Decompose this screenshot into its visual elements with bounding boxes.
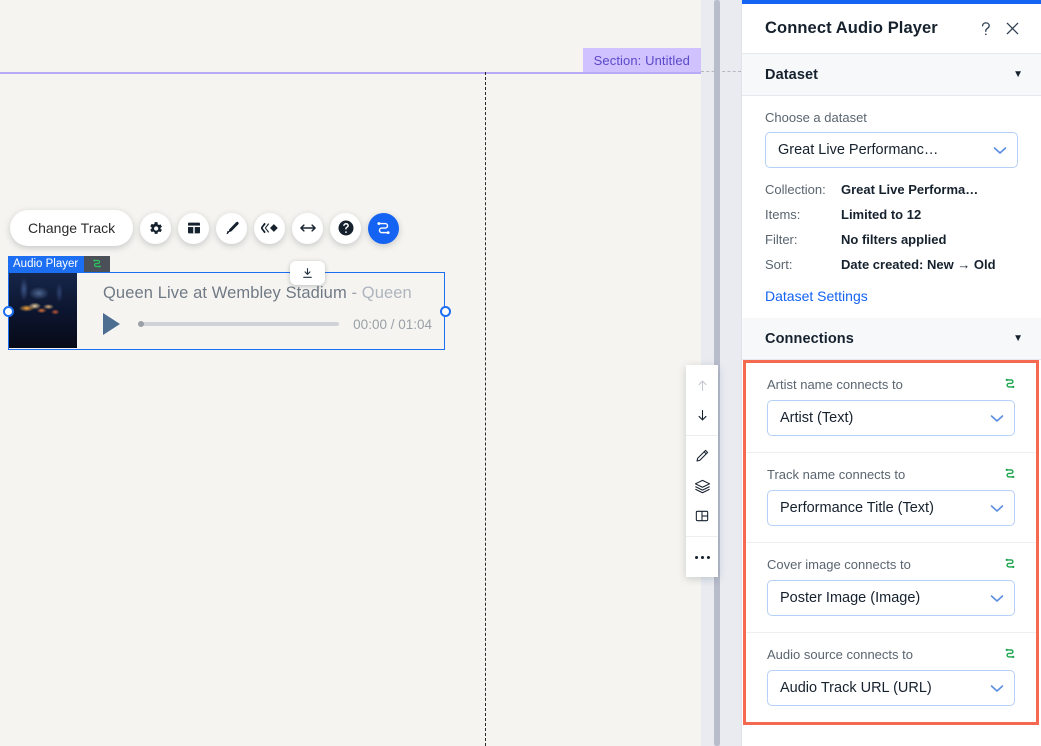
track-heading: Queen Live at Wembley Stadium - Queen (103, 284, 432, 303)
audio-player-frame[interactable]: Queen Live at Wembley Stadium - Queen 00… (3, 272, 451, 350)
connection-select-value: Artist (Text) (780, 410, 854, 426)
info-key: Collection: (765, 182, 826, 197)
chevron-down-icon (990, 414, 1004, 423)
connection-label: Track name connects to (767, 467, 906, 482)
info-value: No filters applied (841, 232, 947, 247)
connect-icon[interactable] (1002, 466, 1018, 482)
element-toolbar[interactable]: Change Track (10, 210, 400, 246)
chevron-down-icon (993, 146, 1007, 155)
info-key: Sort: (765, 257, 793, 272)
info-value: Great Live Performa… (841, 182, 979, 197)
reorder-group (686, 365, 718, 435)
chevron-down-icon (990, 504, 1004, 513)
connection-label: Audio source connects to (767, 647, 913, 662)
dataset-select[interactable]: Great Live Performanc… (765, 132, 1018, 168)
connection-row: Audio source connects to Audio Track URL… (746, 632, 1036, 722)
stretch-icon[interactable] (292, 212, 324, 244)
change-track-button[interactable]: Change Track (10, 210, 134, 246)
dataset-settings-link[interactable]: Dataset Settings (765, 288, 868, 304)
time-display: 00:00 / 01:04 (353, 316, 432, 332)
dataset-info-row: Sort: Date created: New → Old (765, 256, 1018, 273)
section-title-dataset: Dataset (765, 66, 819, 83)
widget-badge[interactable]: Audio Player (8, 256, 111, 272)
animation-icon[interactable] (254, 212, 286, 244)
move-down-icon[interactable] (686, 400, 718, 430)
resize-handle-left[interactable] (3, 306, 14, 317)
more-icon[interactable] (686, 542, 718, 572)
panel-content: Dataset ▼ Choose a dataset Great Live Pe… (742, 54, 1041, 746)
connect-icon[interactable] (368, 212, 400, 244)
gear-icon[interactable] (140, 212, 172, 244)
connect-panel: Connect Audio Player Dataset ▼ Choose a … (741, 0, 1041, 746)
download-icon[interactable] (290, 261, 325, 285)
editor-canvas[interactable]: Section: Untitled Change Track Audio Pla… (0, 0, 741, 746)
track-artist: Queen (361, 284, 412, 302)
panel-header: Connect Audio Player (742, 4, 1041, 54)
info-key: Filter: (765, 232, 798, 247)
connection-select-value: Poster Image (Image) (780, 590, 921, 606)
connect-icon[interactable] (1002, 376, 1018, 392)
section-title-connections: Connections (765, 330, 854, 347)
page-section[interactable] (0, 72, 701, 746)
info-key: Items: (765, 207, 801, 222)
vertical-guide (485, 72, 486, 746)
layers-icon[interactable] (686, 471, 718, 501)
pencil-icon[interactable] (686, 441, 718, 471)
connection-row: Artist name connects to Artist (Text) (746, 363, 1036, 452)
move-up-icon (686, 370, 718, 400)
brush-icon[interactable] (216, 212, 248, 244)
widget-badge-label: Audio Player (8, 256, 85, 272)
title-separator: - (351, 284, 358, 302)
layout-icon[interactable] (178, 212, 210, 244)
choose-dataset-label: Choose a dataset (765, 110, 867, 125)
question-mark-icon[interactable] (973, 16, 999, 42)
chevron-down-icon[interactable]: ▼ (1013, 69, 1023, 80)
connection-select[interactable]: Audio Track URL (URL) (767, 670, 1015, 706)
connect-icon[interactable] (1002, 556, 1018, 572)
widget-connect-icon[interactable] (84, 256, 111, 272)
cover-image (9, 273, 77, 348)
connections-highlight: Artist name connects to Artist (Text) Tr… (743, 360, 1039, 725)
track-title: Queen Live at Wembley Stadium (103, 284, 347, 302)
help-icon[interactable] (330, 212, 362, 244)
progress-knob[interactable] (138, 321, 144, 327)
horizontal-guide (701, 71, 741, 72)
canvas-page: Section: Untitled (0, 0, 701, 746)
connection-label: Cover image connects to (767, 557, 911, 572)
chevron-down-icon (990, 594, 1004, 603)
progress-slider[interactable] (138, 321, 340, 327)
close-icon[interactable] (999, 16, 1025, 42)
connection-select[interactable]: Poster Image (Image) (767, 580, 1015, 616)
connection-label: Artist name connects to (767, 377, 903, 392)
section-header-connections[interactable]: Connections ▼ (742, 318, 1041, 360)
element-side-toolbar[interactable] (686, 365, 718, 577)
info-value: Date created: New → Old (841, 257, 996, 272)
player-controls: 00:00 / 01:04 (103, 313, 432, 335)
section-label[interactable]: Section: Untitled (582, 48, 701, 72)
connection-select[interactable]: Performance Title (Text) (767, 490, 1015, 526)
chevron-down-icon[interactable]: ▼ (1013, 333, 1023, 344)
chevron-down-icon (990, 684, 1004, 693)
page-title: Connect Audio Player (765, 19, 938, 37)
section-header-dataset[interactable]: Dataset ▼ (742, 54, 1041, 96)
dataset-info-row: Collection: Great Live Performa… (765, 181, 1018, 198)
dataset-body: Choose a dataset Great Live Performanc… … (742, 96, 1041, 318)
dataset-info-row: Items: Limited to 12 (765, 206, 1018, 223)
connect-icon[interactable] (1002, 646, 1018, 662)
connection-row: Cover image connects to Poster Image (Im… (746, 542, 1036, 632)
dataset-info-row: Filter: No filters applied (765, 231, 1018, 248)
play-icon[interactable] (103, 313, 120, 335)
dataset-select-value: Great Live Performanc… (778, 142, 939, 158)
edit-group (686, 435, 718, 536)
layout-split-icon[interactable] (686, 501, 718, 531)
connection-select[interactable]: Artist (Text) (767, 400, 1015, 436)
connection-select-value: Performance Title (Text) (780, 500, 934, 516)
resize-handle-right[interactable] (440, 306, 451, 317)
audio-player-body: Queen Live at Wembley Stadium - Queen 00… (77, 273, 444, 349)
connection-select-value: Audio Track URL (URL) (780, 680, 932, 696)
info-value: Limited to 12 (841, 207, 922, 222)
connection-row: Track name connects to Performance Title… (746, 452, 1036, 542)
more-group (686, 536, 718, 577)
